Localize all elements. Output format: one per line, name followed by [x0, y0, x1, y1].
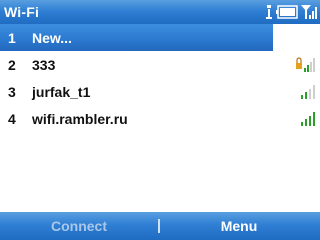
list-item-network[interactable]: 2 333 [0, 51, 320, 78]
window-title: Wi-Fi [4, 4, 40, 20]
title-bar: Wi-Fi [0, 0, 320, 24]
connect-softkey[interactable]: Connect [0, 218, 158, 234]
network-list: 1 New... 2 333 3 jurfak_t1 4 wifi.ramble… [0, 24, 320, 132]
item-number: 1 [8, 29, 16, 46]
status-icons [262, 2, 317, 22]
list-item-network[interactable]: 4 wifi.rambler.ru [0, 105, 320, 132]
signal-icon [301, 112, 315, 126]
battery-icon [276, 5, 298, 19]
item-number: 4 [8, 110, 16, 127]
network-name: wifi.rambler.ru [32, 110, 128, 127]
signal-icon [301, 85, 315, 99]
item-number: 2 [8, 56, 16, 73]
list-item-network[interactable]: 3 jurfak_t1 [0, 78, 320, 105]
antenna-icon [266, 5, 272, 19]
list-item-new[interactable]: 1 New... [0, 24, 273, 51]
network-name: jurfak_t1 [32, 83, 91, 100]
network-name: 333 [32, 56, 56, 73]
signal-strength-icon [301, 5, 317, 19]
item-number: 3 [8, 83, 16, 100]
item-label: New... [32, 29, 72, 46]
secured-signal-icon [296, 57, 315, 72]
softkey-bar: Connect Menu [0, 212, 320, 240]
menu-softkey[interactable]: Menu [160, 218, 318, 234]
